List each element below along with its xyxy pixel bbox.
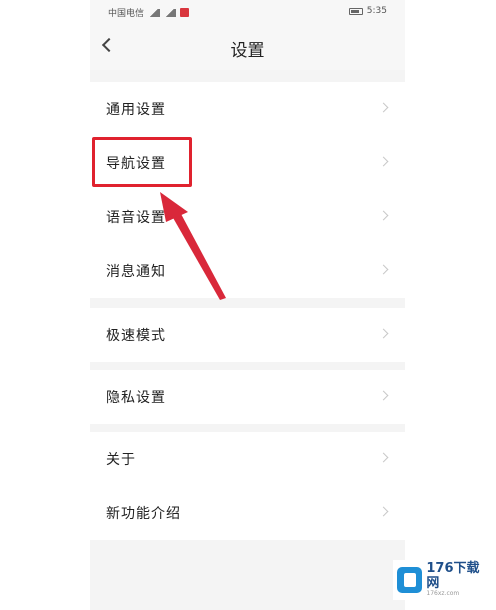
arrow-shaft (172, 212, 226, 300)
watermark-logo-icon (397, 567, 423, 593)
watermark-sub: 176xz.com (426, 590, 460, 597)
watermark-main: 176下载网 (426, 561, 480, 591)
watermark: 176下载网 176xz.com (393, 560, 491, 600)
arrow-head (160, 192, 188, 222)
watermark-text: 176下载网 176xz.com (426, 562, 491, 597)
annotation-arrow-icon (160, 192, 226, 300)
